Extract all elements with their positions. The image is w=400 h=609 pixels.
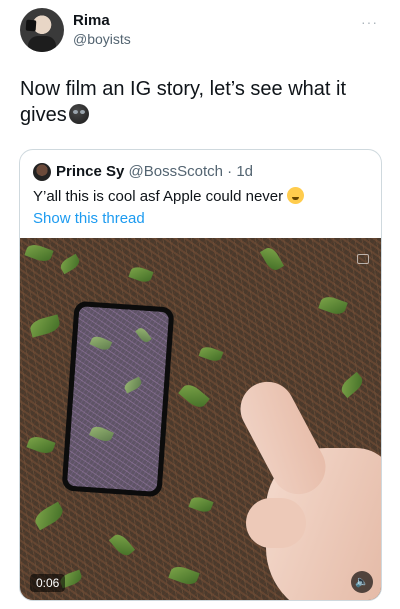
show-thread-link[interactable]: Show this thread [33, 210, 145, 227]
leaf [168, 563, 200, 588]
author-avatar[interactable] [20, 8, 64, 52]
more-options-icon[interactable]: ··· [361, 14, 378, 30]
leaf [259, 245, 285, 273]
hand-finger [230, 372, 336, 504]
author-name[interactable]: Rima [73, 12, 110, 29]
avatar-body [28, 36, 56, 52]
author-handle[interactable]: @boyists [73, 31, 131, 47]
emoji-face-icon [68, 104, 89, 124]
speaker-mute-icon[interactable]: 🔈 [351, 571, 373, 593]
leaf [122, 376, 144, 394]
phone-screen [66, 306, 170, 492]
leaf [24, 241, 54, 265]
leaf [198, 344, 224, 364]
quoted-name[interactable]: Prince Sy [56, 163, 124, 180]
leaf [58, 253, 82, 275]
leaf [89, 423, 115, 444]
leaf [178, 380, 210, 412]
leaf [26, 433, 56, 457]
leaf [108, 531, 136, 559]
tweet-text: Now film an IG story, let’s see what it … [20, 76, 380, 128]
tweet-text-content: Now film an IG story, let’s see what it … [20, 78, 347, 126]
quoted-text-content: Y’all this is cool asf Apple could never [33, 188, 284, 205]
video-player[interactable]: 0:06 🔈 [20, 238, 381, 600]
media-badge-icon [357, 254, 369, 264]
quoted-text: Y’all this is cool asf Apple could never [33, 187, 305, 205]
leaf [28, 314, 62, 338]
hand [226, 372, 381, 600]
quoted-header: Prince Sy @BossScotch · 1d [56, 163, 253, 180]
relieved-face-icon [287, 187, 305, 204]
leaf [32, 501, 66, 531]
quoted-avatar[interactable] [33, 163, 51, 181]
quoted-handle[interactable]: @BossScotch [129, 163, 223, 180]
leaf [135, 326, 152, 345]
hand-knuckle [246, 498, 306, 548]
quoted-tweet[interactable]: Prince Sy @BossScotch · 1d Y’all this is… [19, 149, 382, 601]
leaf [128, 264, 154, 285]
video-timer: 0:06 [30, 574, 66, 592]
leaf [188, 494, 214, 515]
leaf [89, 334, 113, 353]
avatar-phone-icon [25, 19, 37, 32]
tweet: Rima @boyists ··· Now film an IG story, … [0, 0, 400, 609]
leaf [318, 294, 348, 317]
quoted-time: · 1d [227, 163, 254, 180]
phone-in-grass [61, 300, 175, 498]
